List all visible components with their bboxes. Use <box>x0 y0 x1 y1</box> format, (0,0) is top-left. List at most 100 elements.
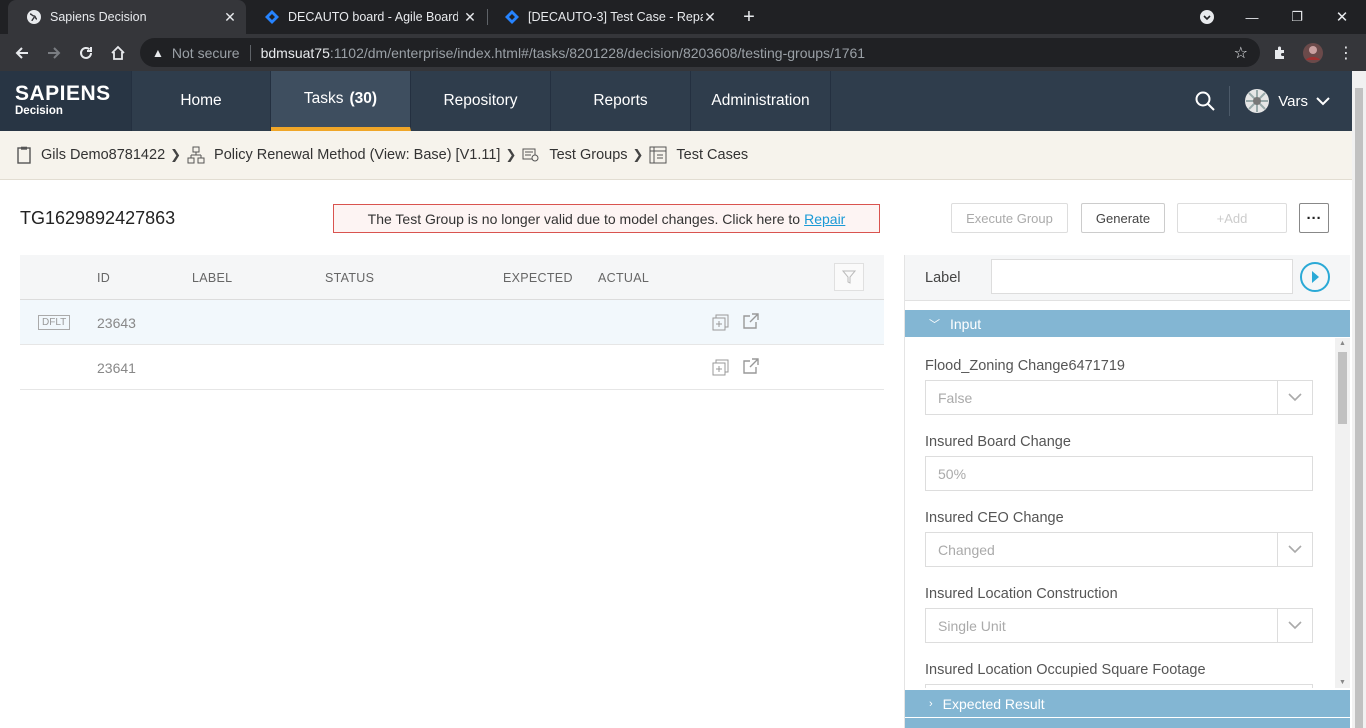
bookmark-star-icon[interactable]: ☆ <box>1234 43 1248 63</box>
test-cases-table: ID LABEL STATUS EXPECTED ACTUAL DFLT 236… <box>20 255 884 390</box>
user-avatar-icon[interactable] <box>1244 88 1270 114</box>
execute-group-button[interactable]: Execute Group <box>951 203 1068 233</box>
url-host: bdmsuat75 <box>260 44 330 61</box>
test-group-id: TG1629892427863 <box>20 208 176 228</box>
new-tab-button[interactable]: + <box>738 6 760 28</box>
test-groups-icon <box>522 147 540 163</box>
browser-tab-decauto-3[interactable]: [DECAUTO-3] Test Case - Repair a ✕ <box>486 0 726 34</box>
more-options-icon[interactable]: ··· <box>1299 203 1329 233</box>
browser-tab-decauto-board[interactable]: DECAUTO board - Agile Board - ✕ <box>246 0 486 34</box>
column-header-actual[interactable]: ACTUAL <box>598 271 649 285</box>
chevron-down-icon[interactable] <box>1277 533 1312 566</box>
url-bar[interactable]: ▲ Not secure bdmsuat75:1102/dm/enterpris… <box>140 38 1260 67</box>
insured-location-occupied-sqft-input[interactable] <box>925 684 1313 688</box>
profile-avatar-icon[interactable] <box>1301 41 1325 65</box>
browser-tab-sapiens[interactable]: Sapiens Decision ✕ <box>8 0 246 34</box>
scroll-down-icon[interactable]: ▼ <box>1339 679 1346 686</box>
jira-icon <box>264 9 280 25</box>
tasks-count-badge: (30) <box>349 90 378 107</box>
url-divider <box>249 44 251 61</box>
clipboard-icon <box>16 146 32 164</box>
field-label: Insured Location Occupied Square Footage <box>925 662 1206 678</box>
browser-toolbar: ▲ Not secure bdmsuat75:1102/dm/enterpris… <box>0 34 1366 71</box>
nav-reports[interactable]: Reports <box>551 71 691 131</box>
close-tab-icon[interactable]: ✕ <box>462 9 478 25</box>
restore-icon[interactable]: ❐ <box>1275 0 1319 34</box>
input-section-header[interactable]: ﹀ Input <box>905 310 1350 337</box>
page-scrollbar[interactable] <box>1352 71 1366 728</box>
reload-icon[interactable] <box>74 41 98 65</box>
row-id: 23641 <box>97 360 136 376</box>
tab-search-icon[interactable] <box>1185 0 1229 34</box>
nav-administration[interactable]: Administration <box>691 71 831 131</box>
table-header: ID LABEL STATUS EXPECTED ACTUAL <box>20 255 884 300</box>
add-button[interactable]: +Add <box>1177 203 1287 233</box>
scroll-up-icon[interactable]: ▲ <box>1339 340 1346 347</box>
chevron-down-icon[interactable] <box>1316 96 1330 106</box>
back-icon[interactable] <box>10 41 34 65</box>
open-external-icon[interactable] <box>742 358 759 378</box>
duplicate-icon[interactable] <box>712 314 729 334</box>
chevron-down-icon[interactable] <box>1277 609 1312 642</box>
column-header-label[interactable]: LABEL <box>192 271 232 285</box>
chevron-down-icon[interactable] <box>1277 381 1312 414</box>
panel-scrollbar-thumb[interactable] <box>1338 352 1347 424</box>
user-name[interactable]: Vars <box>1278 93 1308 110</box>
expected-result-section-header[interactable]: › Expected Result <box>905 690 1350 717</box>
generate-button[interactable]: Generate <box>1081 203 1165 233</box>
field-label: Insured Board Change <box>925 434 1071 450</box>
app-header: SAPIENS Decision Home Tasks (30) Reposito… <box>0 71 1352 131</box>
table-row[interactable]: DFLT 23643 <box>20 300 884 345</box>
not-secure-label: Not secure <box>171 44 240 61</box>
browser-menu-icon[interactable]: ⋮ <box>1334 41 1358 65</box>
nav-tasks[interactable]: Tasks (30) <box>271 71 411 131</box>
close-window-icon[interactable]: ✕ <box>1320 0 1364 34</box>
breadcrumb-decision[interactable]: Policy Renewal Method (View: Base) [V1.1… <box>187 146 500 164</box>
home-icon[interactable] <box>106 41 130 65</box>
header-divider <box>1229 86 1231 116</box>
filter-icon[interactable] <box>834 263 864 291</box>
test-case-detail-panel: Label ﹀ Input Flood_Zoning Change6471719… <box>904 255 1350 728</box>
globe-icon <box>26 9 42 25</box>
repair-link[interactable]: Repair <box>804 211 845 227</box>
invalid-test-group-alert: The Test Group is no longer valid due to… <box>333 204 880 233</box>
column-header-id[interactable]: ID <box>97 271 110 285</box>
panel-scrollbar[interactable]: ▲ ▼ <box>1335 338 1350 688</box>
chevron-right-icon: ❯ <box>505 147 517 162</box>
url-path: :1102/dm/enterprise/index.html#/tasks/82… <box>329 44 866 61</box>
flood-zoning-change-select[interactable]: False <box>925 380 1313 415</box>
field-label: Flood_Zoning Change6471719 <box>925 358 1125 374</box>
sapiens-logo[interactable]: SAPIENS Decision <box>0 71 131 131</box>
table-row[interactable]: 23641 <box>20 345 884 390</box>
insured-ceo-change-select[interactable]: Changed <box>925 532 1313 567</box>
duplicate-icon[interactable] <box>712 359 729 379</box>
page-scrollbar-thumb[interactable] <box>1355 88 1363 728</box>
panel-label-row: Label <box>905 255 1350 301</box>
chevron-right-icon: › <box>929 697 933 710</box>
column-header-status[interactable]: STATUS <box>325 271 374 285</box>
minimize-icon[interactable]: — <box>1230 0 1274 34</box>
chevron-right-icon: ❯ <box>170 147 182 162</box>
field-label: Insured Location Construction <box>925 586 1118 602</box>
insured-board-change-input[interactable]: 50% <box>925 456 1313 491</box>
label-input[interactable] <box>991 259 1293 294</box>
forward-icon[interactable] <box>42 41 66 65</box>
close-tab-icon[interactable]: ✕ <box>222 9 238 25</box>
breadcrumb-project[interactable]: Gils Demo8781422 <box>16 146 165 164</box>
search-icon[interactable] <box>1195 91 1215 111</box>
chevron-right-icon: ❯ <box>632 147 644 162</box>
column-header-expected[interactable]: EXPECTED <box>503 271 573 285</box>
insured-location-construction-select[interactable]: Single Unit <box>925 608 1313 643</box>
open-external-icon[interactable] <box>742 313 759 333</box>
play-icon[interactable] <box>1300 262 1330 292</box>
browser-tabbar: Sapiens Decision ✕ DECAUTO board - Agile… <box>0 0 1366 34</box>
nav-home[interactable]: Home <box>131 71 271 131</box>
hierarchy-icon <box>187 146 205 164</box>
input-fields-list: Flood_Zoning Change6471719 False Insured… <box>905 338 1335 688</box>
breadcrumb-test-groups[interactable]: Test Groups <box>522 147 628 163</box>
nav-repository[interactable]: Repository <box>411 71 551 131</box>
close-tab-icon[interactable]: ✕ <box>702 9 718 25</box>
extensions-icon[interactable] <box>1268 41 1292 65</box>
next-section-header[interactable] <box>905 718 1350 728</box>
breadcrumb-test-cases: Test Cases <box>649 146 748 164</box>
